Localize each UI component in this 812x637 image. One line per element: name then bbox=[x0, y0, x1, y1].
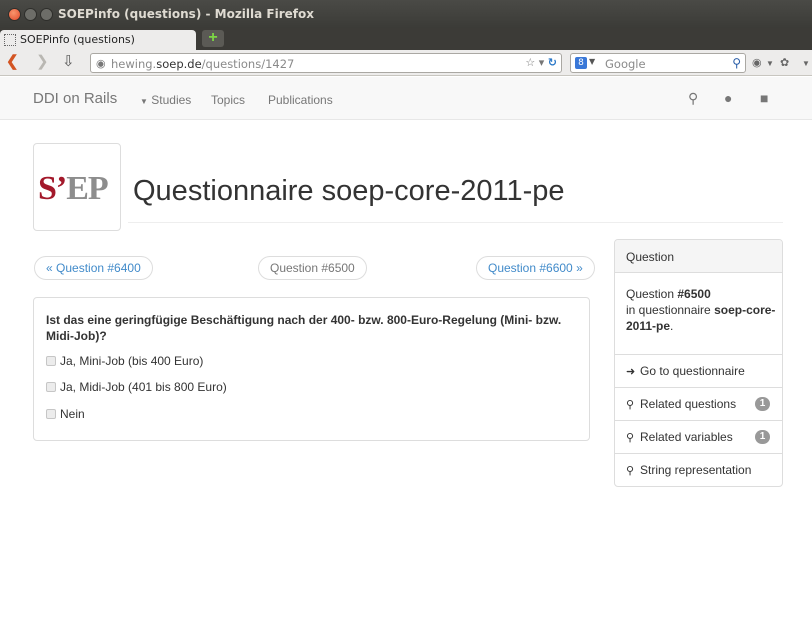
current-question-label: Question #6500 bbox=[258, 256, 367, 280]
zoom-icon: ⚲ bbox=[626, 465, 635, 477]
search-engine-icon[interactable]: 8 bbox=[575, 57, 587, 69]
answer-checkbox[interactable] bbox=[46, 382, 56, 392]
dropdown-arrow-icon[interactable]: ▾ bbox=[539, 56, 545, 69]
comment-icon[interactable]: ■ bbox=[760, 90, 768, 106]
url-bar[interactable]: ◉ hewing.soep.de/questions/1427 ☆ ▾ ↻ bbox=[90, 53, 562, 73]
reload-icon[interactable]: ↻ bbox=[548, 56, 557, 69]
sidebar-item-label: String representation bbox=[640, 463, 752, 477]
count-badge: 1 bbox=[755, 397, 770, 411]
magnifier-icon[interactable]: ⚲ bbox=[732, 56, 741, 70]
zoom-icon: ⚲ bbox=[626, 432, 635, 444]
count-badge: 1 bbox=[755, 430, 770, 444]
question-sidebar: Question Question #6500 in questionnaire… bbox=[614, 239, 783, 487]
question-panel: Ist das eine geringfügige Beschäftigung … bbox=[33, 297, 590, 441]
plugin-icon[interactable]: ✿ bbox=[780, 56, 789, 69]
sidebar-item-label: Related variables bbox=[640, 430, 733, 444]
question-text: Ist das eine geringfügige Beschäftigung … bbox=[46, 313, 562, 343]
page-favicon-icon bbox=[4, 34, 16, 46]
previous-question-button[interactable]: « Question #6400 bbox=[34, 256, 153, 280]
user-icon[interactable]: ● bbox=[724, 90, 732, 106]
nav-studies-dropdown[interactable]: ▼ Studies bbox=[140, 93, 191, 107]
answer-label: Nein bbox=[60, 407, 85, 421]
addon-icon[interactable]: ◉ bbox=[752, 56, 762, 69]
logo-part-1: S’ bbox=[38, 170, 67, 207]
sidebar-item-label: Related questions bbox=[640, 397, 737, 411]
soep-logo: S’EP bbox=[33, 143, 121, 231]
answer-checkbox[interactable] bbox=[46, 356, 56, 366]
new-tab-button[interactable]: + bbox=[202, 30, 224, 47]
next-question-button[interactable]: Question #6600 » bbox=[476, 256, 595, 280]
globe-icon: ◉ bbox=[96, 57, 106, 70]
forward-arrow-icon[interactable]: ❯ bbox=[36, 54, 49, 70]
tab-title: SOEPinfo (questions) bbox=[20, 33, 135, 46]
addon-dropdown-icon[interactable]: ▼ bbox=[766, 59, 774, 68]
question-number: #6500 bbox=[677, 287, 711, 301]
info-prefix: Question bbox=[626, 287, 678, 301]
info-mid: in questionnaire bbox=[626, 303, 715, 317]
page-title: Questionnaire soep-core-2011-pe bbox=[133, 175, 565, 207]
answer-option[interactable]: Ja, Midi-Job (401 bis 800 Euro) bbox=[46, 380, 227, 394]
browser-toolbar: ❮ ❯ ⇩ ◉ hewing.soep.de/questions/1427 ☆ … bbox=[0, 50, 812, 76]
sidebar-item-string-representation[interactable]: ⚲ String representation bbox=[615, 453, 782, 486]
brand-link[interactable]: DDI on Rails bbox=[33, 90, 117, 107]
answer-option[interactable]: Nein bbox=[46, 407, 85, 421]
info-suffix: . bbox=[670, 319, 674, 333]
window-minimize-button[interactable] bbox=[24, 8, 37, 21]
url-prefix: hewing. bbox=[111, 57, 157, 71]
tab-strip: SOEPinfo (questions) + bbox=[0, 28, 812, 50]
search-placeholder: Google bbox=[605, 57, 646, 71]
answer-option[interactable]: Ja, Mini-Job (bis 400 Euro) bbox=[46, 354, 203, 368]
search-icon[interactable]: ⚲ bbox=[688, 90, 698, 107]
answer-label: Ja, Midi-Job (401 bis 800 Euro) bbox=[60, 380, 227, 394]
search-engine-dropdown-icon[interactable]: ▼ bbox=[589, 57, 595, 66]
plugin-dropdown-icon[interactable]: ▼ bbox=[802, 59, 810, 68]
browser-tab[interactable]: SOEPinfo (questions) bbox=[0, 30, 196, 50]
nav-publications-link[interactable]: Publications bbox=[268, 93, 333, 107]
search-bar[interactable]: 8 ▼ Google ⚲ bbox=[570, 53, 746, 73]
back-arrow-icon[interactable]: ❮ bbox=[6, 54, 19, 70]
logo-part-2: EP bbox=[66, 170, 108, 207]
window-maximize-button[interactable] bbox=[40, 8, 53, 21]
answer-checkbox[interactable] bbox=[46, 409, 56, 419]
window-title: SOEPinfo (questions) - Mozilla Firefox bbox=[58, 7, 314, 21]
site-navbar: DDI on Rails ▼ Studies Topics Publicatio… bbox=[0, 77, 812, 120]
nav-studies-label: Studies bbox=[151, 93, 192, 107]
sidebar-item-related-variables[interactable]: ⚲ Related variables 1 bbox=[615, 420, 782, 453]
sidebar-item-label: Go to questionnaire bbox=[640, 364, 745, 378]
arrow-right-icon: ➜ bbox=[626, 366, 636, 378]
download-icon[interactable]: ⇩ bbox=[62, 54, 75, 70]
url-host: soep.de bbox=[156, 57, 202, 71]
zoom-icon: ⚲ bbox=[626, 399, 635, 411]
answer-label: Ja, Mini-Job (bis 400 Euro) bbox=[60, 354, 204, 368]
title-divider bbox=[128, 222, 783, 223]
sidebar-item-go-to-questionnaire[interactable]: ➜ Go to questionnaire bbox=[615, 354, 782, 387]
window-close-button[interactable] bbox=[8, 8, 21, 21]
window-titlebar: SOEPinfo (questions) - Mozilla Firefox bbox=[0, 0, 812, 28]
sidebar-info: Question #6500 in questionnaire soep-cor… bbox=[626, 286, 776, 334]
nav-topics-link[interactable]: Topics bbox=[211, 93, 245, 107]
sidebar-item-related-questions[interactable]: ⚲ Related questions 1 bbox=[615, 387, 782, 420]
caret-down-icon: ▼ bbox=[140, 97, 148, 106]
url-path: /questions/1427 bbox=[201, 57, 295, 71]
star-icon[interactable]: ☆ bbox=[525, 56, 535, 69]
sidebar-heading: Question bbox=[615, 240, 782, 273]
